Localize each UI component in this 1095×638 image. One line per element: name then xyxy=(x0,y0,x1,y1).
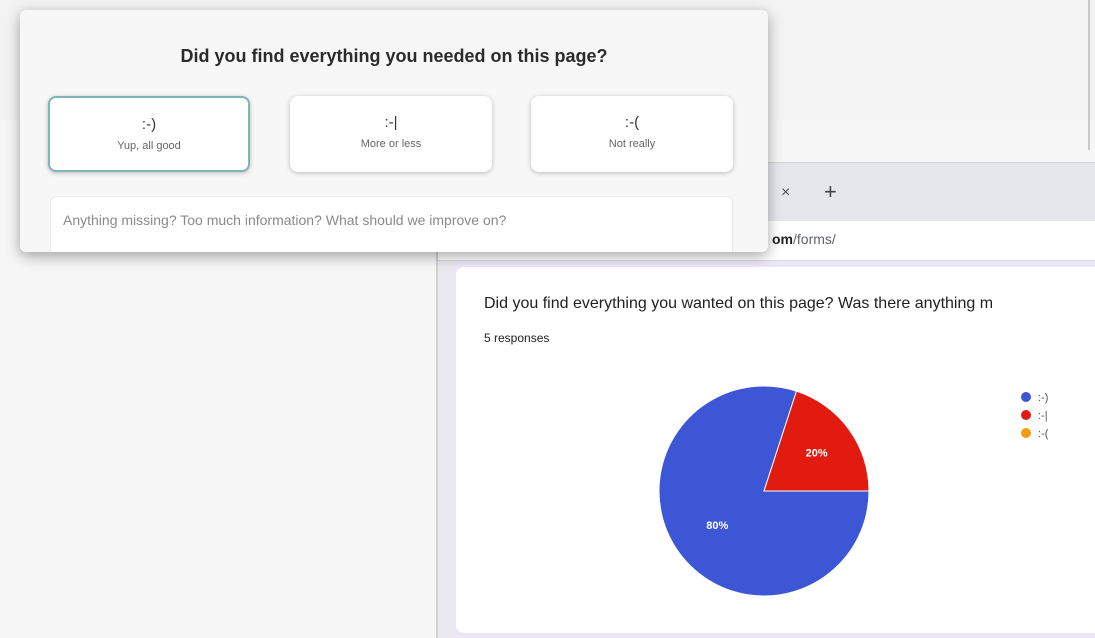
tab-close-icon[interactable]: × xyxy=(781,185,790,201)
option-yup-all-good[interactable]: :-) Yup, all good xyxy=(48,96,250,172)
pie-slice-label: 20% xyxy=(806,448,828,460)
option-label: Yup, all good xyxy=(117,140,181,152)
legend-label: :-| xyxy=(1038,410,1048,422)
feedback-heading: Did you find everything you needed on th… xyxy=(180,46,608,66)
feedback-widget: Did you find everything you needed on th… xyxy=(20,10,768,252)
feedback-textarea[interactable] xyxy=(50,196,733,252)
option-label: More or less xyxy=(360,138,422,150)
forms-response-card: Did you find everything you wanted on th… xyxy=(456,267,1095,633)
sad-face-icon: :-( xyxy=(624,114,640,131)
option-label: Not really xyxy=(608,138,656,150)
pie-chart: 80% 20% :-) :-| :-( xyxy=(658,385,1049,597)
url-domain: om xyxy=(772,231,793,247)
neutral-face-icon: :-| xyxy=(384,114,398,131)
new-tab-icon[interactable]: + xyxy=(824,181,837,203)
url-text: om/forms/ xyxy=(772,231,836,247)
background-divider xyxy=(1088,0,1090,150)
option-not-really[interactable]: :-( Not really xyxy=(531,96,733,172)
url-path: /forms/ xyxy=(793,231,836,247)
legend-label: :-( xyxy=(1038,428,1049,440)
happy-face-icon: :-) xyxy=(141,116,157,133)
legend-label: :-) xyxy=(1038,392,1048,404)
pie-slice-label: 80% xyxy=(706,520,728,532)
legend-marker xyxy=(1021,410,1031,420)
legend-marker xyxy=(1021,392,1031,402)
option-more-or-less[interactable]: :-| More or less xyxy=(290,96,492,172)
legend-marker xyxy=(1021,428,1031,438)
